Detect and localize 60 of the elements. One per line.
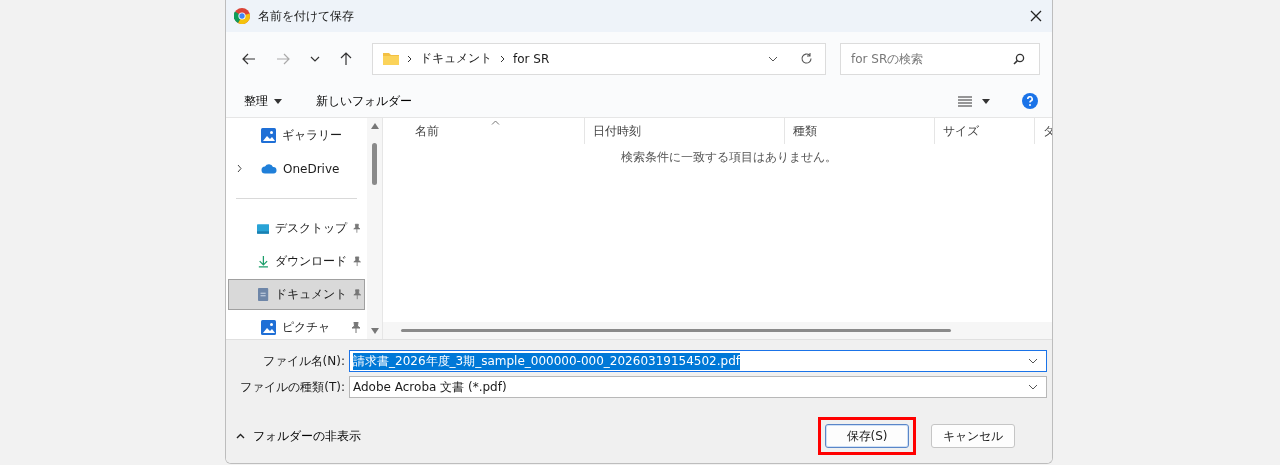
sidebar-item[interactable]: デスクトップ xyxy=(228,213,365,244)
breadcrumb-item[interactable]: for SR xyxy=(513,51,550,66)
pin-icon[interactable] xyxy=(351,322,361,333)
column-header[interactable]: 種類 xyxy=(785,118,935,144)
download-icon xyxy=(257,254,269,269)
vertical-scrollbar[interactable] xyxy=(367,118,382,339)
sidebar-item[interactable]: OneDrive xyxy=(228,153,365,184)
refresh-icon[interactable] xyxy=(800,52,813,65)
sidebar-item[interactable]: ピクチャ xyxy=(228,312,365,339)
sidebar-item[interactable]: ギャラリー xyxy=(228,120,365,151)
pin-icon[interactable] xyxy=(353,223,361,234)
file-name-field[interactable]: 請求書_2026年度_3期_sample_000000-000_20260319154502.pdf xyxy=(349,350,1047,372)
sidebar-item[interactable]: ドキュメント xyxy=(228,279,365,310)
column-header[interactable]: サイズ xyxy=(935,118,1035,144)
search-field[interactable]: for SRの検索 xyxy=(840,42,1040,75)
cloud-icon xyxy=(261,163,277,174)
breadcrumb-chevron-icon xyxy=(500,54,505,63)
back-arrow-icon[interactable] xyxy=(242,52,256,65)
pin-icon[interactable] xyxy=(352,256,361,267)
dialog-button[interactable]: キャンセル xyxy=(931,424,1015,448)
caret-icon[interactable] xyxy=(982,98,990,104)
hide-folders-button[interactable]: フォルダーの非表示 xyxy=(234,423,363,449)
organize-menu[interactable]: 整理 xyxy=(242,92,290,110)
address-bar[interactable]: ドキュメント for SR xyxy=(372,42,826,75)
breadcrumb-chevron-icon xyxy=(407,54,412,63)
close-icon[interactable] xyxy=(1030,10,1042,22)
field-label: ファイル名(N): xyxy=(261,352,346,370)
column-header[interactable]: タ xyxy=(1035,118,1052,144)
document-icon xyxy=(258,287,269,302)
picture-icon xyxy=(261,128,276,143)
sort-caret-icon xyxy=(491,120,500,125)
field-label: ファイルの種類(T): xyxy=(239,378,346,396)
expand-chevron-icon[interactable] xyxy=(237,164,242,173)
horizontal-scrollbar[interactable] xyxy=(401,329,951,332)
scroll-down-icon[interactable] xyxy=(370,328,379,334)
browser-icon xyxy=(234,8,250,24)
picture-icon xyxy=(261,320,276,335)
folder-icon xyxy=(383,52,399,65)
column-header[interactable]: 日付時刻 xyxy=(585,118,785,144)
empty-message: 検索条件に一致する項目はありません。 xyxy=(621,149,837,166)
chevron-down-icon xyxy=(1028,384,1038,390)
help-icon[interactable] xyxy=(1022,93,1038,109)
dialog-button[interactable]: 保存(S) xyxy=(825,424,909,448)
caret-icon xyxy=(274,98,282,104)
chevron-down-icon[interactable] xyxy=(768,55,778,62)
breadcrumb-item[interactable]: ドキュメント xyxy=(420,50,492,67)
chevron-down-icon[interactable] xyxy=(310,55,320,62)
chevron-down-icon xyxy=(1028,358,1038,364)
up-arrow-icon[interactable] xyxy=(340,51,352,66)
scroll-up-icon[interactable] xyxy=(370,123,379,129)
new-folder-button[interactable]: 新しいフォルダー xyxy=(314,92,420,110)
sidebar-item[interactable]: ダウンロード xyxy=(228,246,365,277)
search-icon xyxy=(1013,52,1025,65)
pin-icon[interactable] xyxy=(352,289,361,300)
desktop-icon xyxy=(256,222,270,235)
chevron-up-icon xyxy=(236,433,245,439)
view-list-icon[interactable] xyxy=(958,95,972,107)
window-title: 名前を付けて保存 xyxy=(258,7,355,25)
column-header[interactable]: 名前 xyxy=(383,118,585,144)
file-type-dropdown[interactable]: Adobe Acroba 文書 (*.pdf) xyxy=(349,376,1047,398)
